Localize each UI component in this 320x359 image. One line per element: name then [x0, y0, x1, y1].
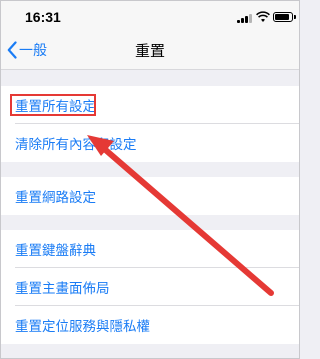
- reset-network-settings-item[interactable]: 重置網路設定: [1, 177, 299, 215]
- settings-group-1: 重置所有設定 清除所有內容和設定: [1, 86, 299, 162]
- reset-keyboard-dictionary-item[interactable]: 重置鍵盤辭典: [1, 230, 299, 268]
- reset-home-screen-layout-item[interactable]: 重置主畫面佈局: [1, 268, 299, 306]
- signal-icon: [237, 13, 253, 23]
- screenshot-frame: 16:31 一般 重置 重置所有設定 清除所有內容和設定 重置網路設定 重置鍵盤…: [0, 0, 300, 359]
- status-bar: 16:31: [1, 1, 299, 31]
- reset-location-privacy-item[interactable]: 重置定位服務與隱私權: [1, 306, 299, 344]
- erase-all-content-item[interactable]: 清除所有內容和設定: [1, 124, 299, 162]
- wifi-icon: [256, 11, 270, 22]
- reset-all-settings-item[interactable]: 重置所有設定: [1, 86, 299, 124]
- navigation-bar: 一般 重置: [1, 31, 299, 70]
- status-time: 16:31: [25, 9, 61, 25]
- settings-group-2: 重置網路設定: [1, 177, 299, 215]
- settings-group-3: 重置鍵盤辭典 重置主畫面佈局 重置定位服務與隱私權: [1, 230, 299, 344]
- battery-icon: [273, 12, 296, 22]
- page-title: 重置: [134, 43, 165, 60]
